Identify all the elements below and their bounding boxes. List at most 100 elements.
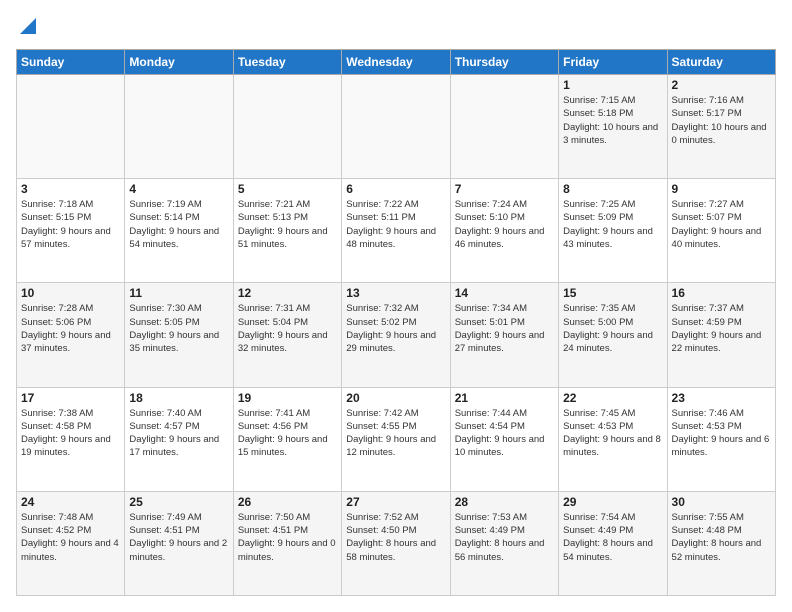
calendar-cell: 5 Sunrise: 7:21 AMSunset: 5:13 PMDaylight… [233,179,341,283]
day-info: Sunrise: 7:19 AMSunset: 5:14 PMDaylight:… [129,198,228,251]
calendar-cell [233,75,341,179]
calendar-week-1: 1Sunrise: 7:15 AMSunset: 5:18 PMDaylight… [17,75,776,179]
day-info: Sunrise: 7:52 AMSunset: 4:50 PMDaylight:… [346,511,445,564]
day-number: 3 [21,182,120,196]
calendar-cell: 26Sunrise: 7:50 AMSunset: 4:51 PMDayligh… [233,491,341,595]
day-number: 1 [563,78,662,92]
day-number: 11 [129,286,228,300]
day-info: Sunrise: 7:24 AMSunset: 5:10 PMDaylight:… [455,198,554,251]
page: SundayMondayTuesdayWednesdayThursdayFrid… [0,0,792,612]
calendar-cell: 28 Sunrise: 7:53 AMSunset: 4:49 PMDayligh… [450,491,558,595]
calendar-cell: 30 Sunrise: 7:55 AMSunset: 4:48 PMDayligh… [667,491,775,595]
day-info: Sunrise: 7:32 AMSunset: 5:02 PMDaylight:… [346,302,445,355]
day-number: 9 [672,182,771,196]
calendar-cell [125,75,233,179]
calendar-header-saturday: Saturday [667,50,775,75]
day-info: Sunrise: 7:16 AMSunset: 5:17 PMDaylight:… [672,94,771,147]
calendar-header-thursday: Thursday [450,50,558,75]
calendar-cell: 10 Sunrise: 7:28 AMSunset: 5:06 PMDayligh… [17,283,125,387]
day-info: Sunrise: 7:27 AMSunset: 5:07 PMDaylight:… [672,198,771,251]
logo-triangle-icon [20,18,36,39]
calendar-cell: 14 Sunrise: 7:34 AMSunset: 5:01 PMDayligh… [450,283,558,387]
calendar-cell: 25 Sunrise: 7:49 AMSunset: 4:51 PMDayligh… [125,491,233,595]
day-info: Sunrise: 7:35 AMSunset: 5:00 PMDaylight:… [563,302,662,355]
day-info: Sunrise: 7:40 AMSunset: 4:57 PMDaylight:… [129,407,228,460]
calendar-header-friday: Friday [559,50,667,75]
day-number: 6 [346,182,445,196]
calendar-week-5: 24 Sunrise: 7:48 AMSunset: 4:52 PMDayligh… [17,491,776,595]
day-info: Sunrise: 7:18 AMSunset: 5:15 PMDaylight:… [21,198,120,251]
day-number: 27 [346,495,445,509]
calendar-cell [17,75,125,179]
calendar-cell: 22 Sunrise: 7:45 AMSunset: 4:53 PMDayligh… [559,387,667,491]
day-number: 10 [21,286,120,300]
day-info: Sunrise: 7:44 AMSunset: 4:54 PMDaylight:… [455,407,554,460]
calendar-cell: 17Sunrise: 7:38 AMSunset: 4:58 PMDayligh… [17,387,125,491]
day-number: 5 [238,182,337,196]
calendar-week-2: 3 Sunrise: 7:18 AMSunset: 5:15 PMDaylight… [17,179,776,283]
day-number: 16 [672,286,771,300]
calendar-cell: 6 Sunrise: 7:22 AMSunset: 5:11 PMDaylight… [342,179,450,283]
day-info: Sunrise: 7:22 AMSunset: 5:11 PMDaylight:… [346,198,445,251]
day-info: Sunrise: 7:55 AMSunset: 4:48 PMDaylight:… [672,511,771,564]
day-number: 12 [238,286,337,300]
day-info: Sunrise: 7:21 AMSunset: 5:13 PMDaylight:… [238,198,337,251]
calendar-cell: 24 Sunrise: 7:48 AMSunset: 4:52 PMDayligh… [17,491,125,595]
day-info: Sunrise: 7:37 AMSunset: 4:59 PMDaylight:… [672,302,771,355]
day-number: 15 [563,286,662,300]
logo [16,16,36,39]
day-info: Sunrise: 7:25 AMSunset: 5:09 PMDaylight:… [563,198,662,251]
calendar-cell: 12Sunrise: 7:31 AMSunset: 5:04 PMDayligh… [233,283,341,387]
day-number: 8 [563,182,662,196]
calendar-cell: 7Sunrise: 7:24 AMSunset: 5:10 PMDaylight… [450,179,558,283]
day-number: 4 [129,182,228,196]
calendar-cell [450,75,558,179]
calendar-cell [342,75,450,179]
day-info: Sunrise: 7:38 AMSunset: 4:58 PMDaylight:… [21,407,120,460]
calendar-cell: 2 Sunrise: 7:16 AMSunset: 5:17 PMDaylight… [667,75,775,179]
calendar-cell: 13 Sunrise: 7:32 AMSunset: 5:02 PMDayligh… [342,283,450,387]
calendar-cell: 21Sunrise: 7:44 AMSunset: 4:54 PMDayligh… [450,387,558,491]
day-number: 29 [563,495,662,509]
day-number: 2 [672,78,771,92]
day-number: 19 [238,391,337,405]
day-info: Sunrise: 7:54 AMSunset: 4:49 PMDaylight:… [563,511,662,564]
header [16,16,776,39]
day-number: 14 [455,286,554,300]
calendar-cell: 1Sunrise: 7:15 AMSunset: 5:18 PMDaylight… [559,75,667,179]
day-number: 20 [346,391,445,405]
calendar-header-wednesday: Wednesday [342,50,450,75]
day-number: 22 [563,391,662,405]
day-info: Sunrise: 7:45 AMSunset: 4:53 PMDaylight:… [563,407,662,460]
calendar-cell: 9 Sunrise: 7:27 AMSunset: 5:07 PMDaylight… [667,179,775,283]
calendar-cell: 19Sunrise: 7:41 AMSunset: 4:56 PMDayligh… [233,387,341,491]
day-info: Sunrise: 7:49 AMSunset: 4:51 PMDaylight:… [129,511,228,564]
calendar-table: SundayMondayTuesdayWednesdayThursdayFrid… [16,49,776,596]
calendar-header-monday: Monday [125,50,233,75]
day-number: 25 [129,495,228,509]
day-info: Sunrise: 7:46 AMSunset: 4:53 PMDaylight:… [672,407,771,460]
calendar-cell: 4 Sunrise: 7:19 AMSunset: 5:14 PMDaylight… [125,179,233,283]
day-info: Sunrise: 7:53 AMSunset: 4:49 PMDaylight:… [455,511,554,564]
calendar-cell: 15 Sunrise: 7:35 AMSunset: 5:00 PMDayligh… [559,283,667,387]
day-info: Sunrise: 7:34 AMSunset: 5:01 PMDaylight:… [455,302,554,355]
calendar-cell: 27 Sunrise: 7:52 AMSunset: 4:50 PMDayligh… [342,491,450,595]
calendar-header-row: SundayMondayTuesdayWednesdayThursdayFrid… [17,50,776,75]
calendar-header-sunday: Sunday [17,50,125,75]
calendar-cell: 29 Sunrise: 7:54 AMSunset: 4:49 PMDayligh… [559,491,667,595]
day-number: 28 [455,495,554,509]
calendar-cell: 11 Sunrise: 7:30 AMSunset: 5:05 PMDayligh… [125,283,233,387]
day-number: 24 [21,495,120,509]
day-number: 13 [346,286,445,300]
day-info: Sunrise: 7:28 AMSunset: 5:06 PMDaylight:… [21,302,120,355]
calendar-cell: 20 Sunrise: 7:42 AMSunset: 4:55 PMDayligh… [342,387,450,491]
day-info: Sunrise: 7:48 AMSunset: 4:52 PMDaylight:… [21,511,120,564]
day-info: Sunrise: 7:30 AMSunset: 5:05 PMDaylight:… [129,302,228,355]
day-number: 23 [672,391,771,405]
day-number: 30 [672,495,771,509]
calendar-cell: 23 Sunrise: 7:46 AMSunset: 4:53 PMDayligh… [667,387,775,491]
day-number: 18 [129,391,228,405]
day-info: Sunrise: 7:42 AMSunset: 4:55 PMDaylight:… [346,407,445,460]
calendar-week-4: 17Sunrise: 7:38 AMSunset: 4:58 PMDayligh… [17,387,776,491]
day-number: 26 [238,495,337,509]
